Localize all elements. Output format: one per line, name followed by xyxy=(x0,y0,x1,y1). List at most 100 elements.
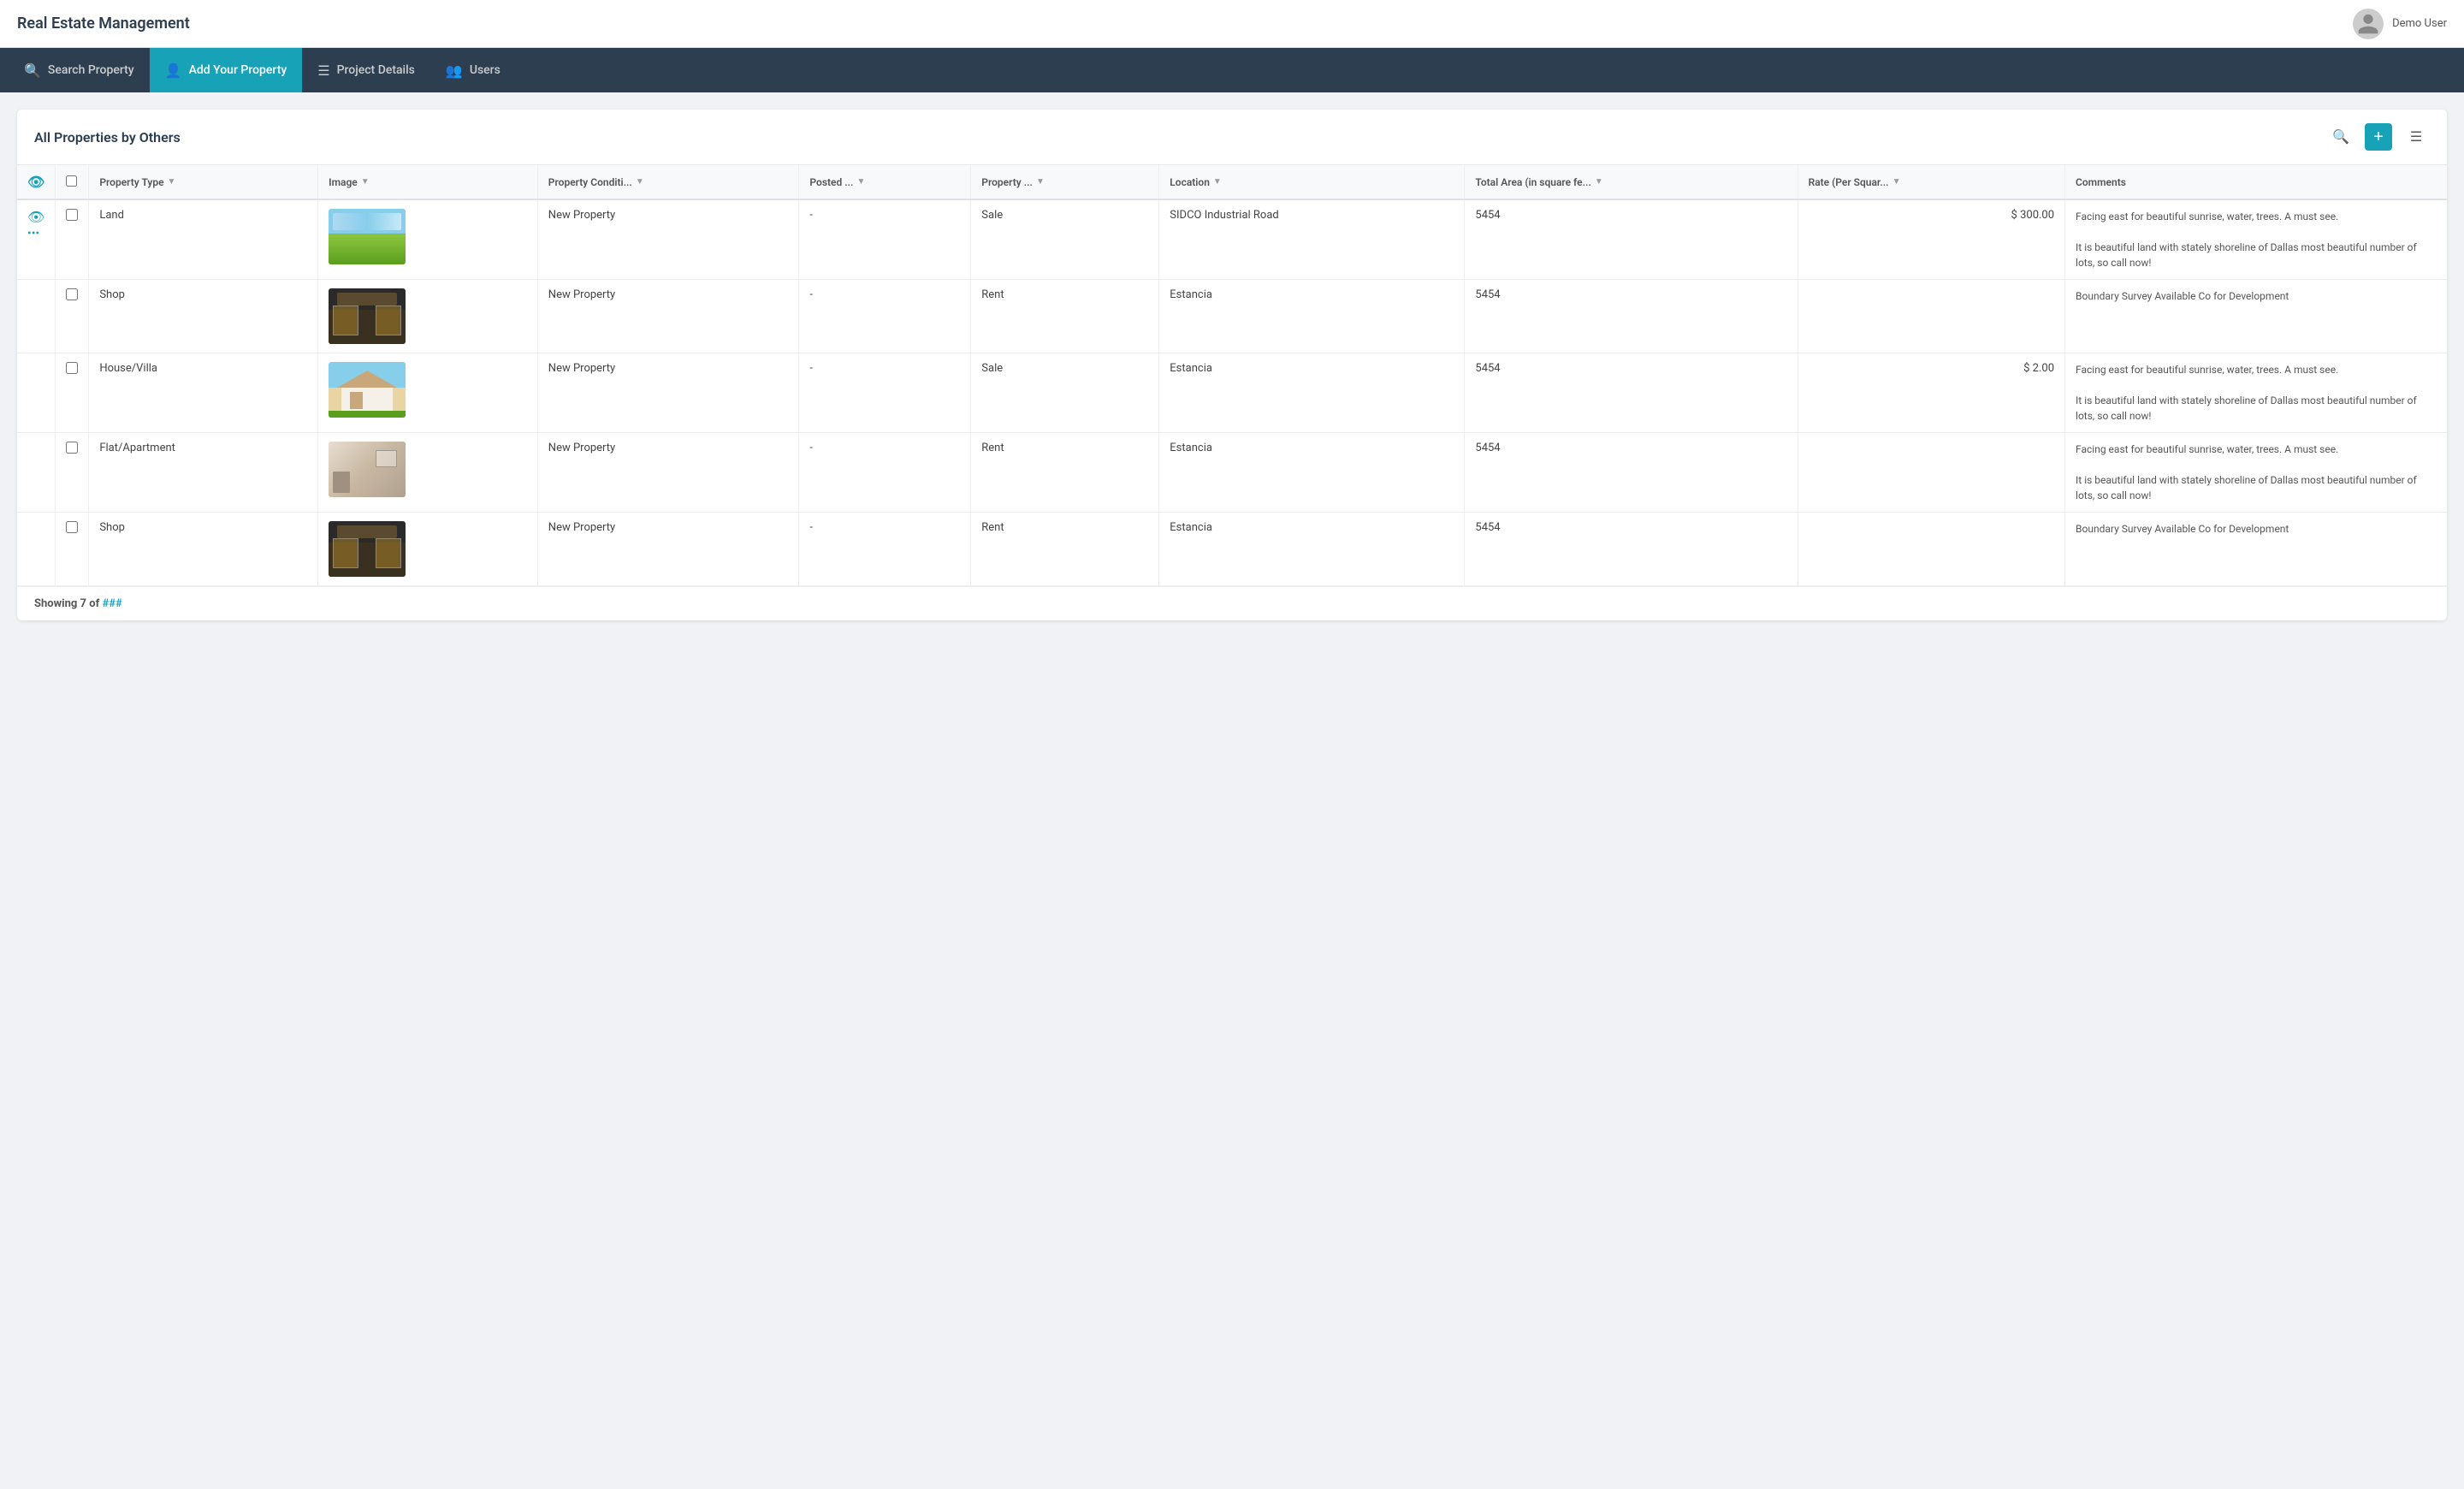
table-row: 👁•••Land New Property-SaleSIDCO Industri… xyxy=(17,199,2447,280)
properties-table: 👁 Property Type ▼ xyxy=(17,165,2447,586)
cell-posted: - xyxy=(799,280,971,353)
cell-condition: New Property xyxy=(537,199,799,280)
th-comments: Comments xyxy=(2065,165,2447,199)
table-row: Flat/Apartment New Property-RentEstancia… xyxy=(17,433,2447,513)
nav-search[interactable]: 🔍 Search Property xyxy=(9,48,150,92)
user-info: Demo User xyxy=(2353,9,2447,39)
plus-icon: + xyxy=(2373,128,2384,147)
th-rate: Rate (Per Squar... ▼ xyxy=(1798,165,2064,199)
footer-bar: Showing 7 of ### xyxy=(17,586,2447,620)
cell-location: Estancia xyxy=(1159,433,1465,513)
project-nav-icon: ☰ xyxy=(317,62,329,79)
th-eye: 👁 xyxy=(17,165,56,199)
select-all-checkbox[interactable] xyxy=(66,175,77,187)
cell-image xyxy=(318,433,538,513)
user-name: Demo User xyxy=(2392,17,2447,30)
footer-showing: Showing 7 of ### xyxy=(34,597,122,610)
th-posted: Posted ... ▼ xyxy=(799,165,971,199)
cell-image xyxy=(318,353,538,433)
sort-posted-icon: ▼ xyxy=(856,177,865,187)
cell-image xyxy=(318,199,538,280)
cell-rate xyxy=(1798,513,2064,586)
row-checkbox[interactable] xyxy=(66,209,78,221)
card-title: All Properties by Others xyxy=(34,129,181,145)
th-property-type: Property Type ▼ xyxy=(89,165,318,199)
users-nav-icon: 👥 xyxy=(446,62,463,79)
th-location: Location ▼ xyxy=(1159,165,1465,199)
top-bar: Real Estate Management Demo User xyxy=(0,0,2464,48)
cell-property-type: Land xyxy=(89,199,318,280)
cell-location: Estancia xyxy=(1159,280,1465,353)
cell-property-sale-rent: Rent xyxy=(971,433,1159,513)
cell-image xyxy=(318,280,538,353)
nav-project-label: Project Details xyxy=(337,63,415,77)
cell-property-type: Shop xyxy=(89,280,318,353)
cell-rate xyxy=(1798,280,2064,353)
sort-type-icon: ▼ xyxy=(168,177,176,187)
cell-rate: $ 300.00 xyxy=(1798,199,2064,280)
header-row: 👁 Property Type ▼ xyxy=(17,165,2447,199)
th-check xyxy=(56,165,89,199)
th-property-label: Property ... xyxy=(981,176,1033,188)
row-checkbox[interactable] xyxy=(66,521,78,533)
cell-location: Estancia xyxy=(1159,353,1465,433)
cell-comments: Facing east for beautiful sunrise, water… xyxy=(2065,199,2447,280)
cell-property-type: Flat/Apartment xyxy=(89,433,318,513)
cell-property-sale-rent: Rent xyxy=(971,513,1159,586)
cell-condition: New Property xyxy=(537,353,799,433)
table-row: Shop New Property-RentEstancia5454 Bounda… xyxy=(17,280,2447,353)
card-actions: 🔍 + ☰ xyxy=(2327,123,2430,151)
cell-property-sale-rent: Rent xyxy=(971,280,1159,353)
th-rate-label: Rate (Per Squar... xyxy=(1809,176,1889,188)
nav-project-details[interactable]: ☰ Project Details xyxy=(302,48,430,92)
user-icon xyxy=(2356,12,2380,36)
cell-condition: New Property xyxy=(537,513,799,586)
row-checkbox[interactable] xyxy=(66,442,78,454)
cell-rate: $ 2.00 xyxy=(1798,353,2064,433)
cell-property-type: Shop xyxy=(89,513,318,586)
th-image-label: Image xyxy=(329,176,358,188)
table-head: 👁 Property Type ▼ xyxy=(17,165,2447,199)
cell-area: 5454 xyxy=(1465,513,1798,586)
nav-bar: 🔍 Search Property 👤 Add Your Property ☰ … xyxy=(0,48,2464,92)
sort-loc-icon: ▼ xyxy=(1213,177,1222,187)
cell-comments: Boundary Survey Available Co for Develop… xyxy=(2065,513,2447,586)
th-property-type-label: Property Type xyxy=(99,176,163,188)
row-checkbox[interactable] xyxy=(66,288,78,300)
cell-comments: Facing east for beautiful sunrise, water… xyxy=(2065,353,2447,433)
cell-image xyxy=(318,513,538,586)
cell-posted: - xyxy=(799,433,971,513)
row-dots-icon[interactable]: ••• xyxy=(27,227,39,240)
th-area: Total Area (in square fe... ▼ xyxy=(1465,165,1798,199)
table-row: Shop New Property-RentEstancia5454Bounda… xyxy=(17,513,2447,586)
sort-image-icon: ▼ xyxy=(361,177,370,187)
cell-posted: - xyxy=(799,199,971,280)
cell-area: 5454 xyxy=(1465,280,1798,353)
th-location-label: Location xyxy=(1170,176,1210,188)
main-content: All Properties by Others 🔍 + ☰ xyxy=(0,92,2464,638)
menu-button[interactable]: ☰ xyxy=(2402,123,2430,151)
cell-area: 5454 xyxy=(1465,199,1798,280)
search-button[interactable]: 🔍 xyxy=(2327,123,2354,151)
cell-comments: Boundary Survey Available Co for Develop… xyxy=(2065,280,2447,353)
add-nav-icon: 👤 xyxy=(165,62,182,79)
nav-users[interactable]: 👥 Users xyxy=(430,48,516,92)
table-row: House/Villa New Property-SaleEstancia545… xyxy=(17,353,2447,433)
cell-condition: New Property xyxy=(537,280,799,353)
cell-property-sale-rent: Sale xyxy=(971,353,1159,433)
th-property: Property ... ▼ xyxy=(971,165,1159,199)
row-eye-icon[interactable]: 👁 xyxy=(27,209,44,225)
nav-add-label: Add Your Property xyxy=(189,63,287,77)
card-header: All Properties by Others 🔍 + ☰ xyxy=(17,110,2447,165)
row-checkbox[interactable] xyxy=(66,362,78,374)
add-button[interactable]: + xyxy=(2365,123,2392,151)
sort-cond-icon: ▼ xyxy=(636,177,644,187)
footer-prefix: Showing 7 of xyxy=(34,597,99,610)
sort-rate-icon: ▼ xyxy=(1892,177,1901,187)
nav-add-property[interactable]: 👤 Add Your Property xyxy=(150,48,303,92)
cell-comments: Facing east for beautiful sunrise, water… xyxy=(2065,433,2447,513)
hamburger-icon: ☰ xyxy=(2410,128,2422,145)
search-nav-icon: 🔍 xyxy=(24,62,41,79)
nav-users-label: Users xyxy=(470,63,500,77)
cell-area: 5454 xyxy=(1465,433,1798,513)
